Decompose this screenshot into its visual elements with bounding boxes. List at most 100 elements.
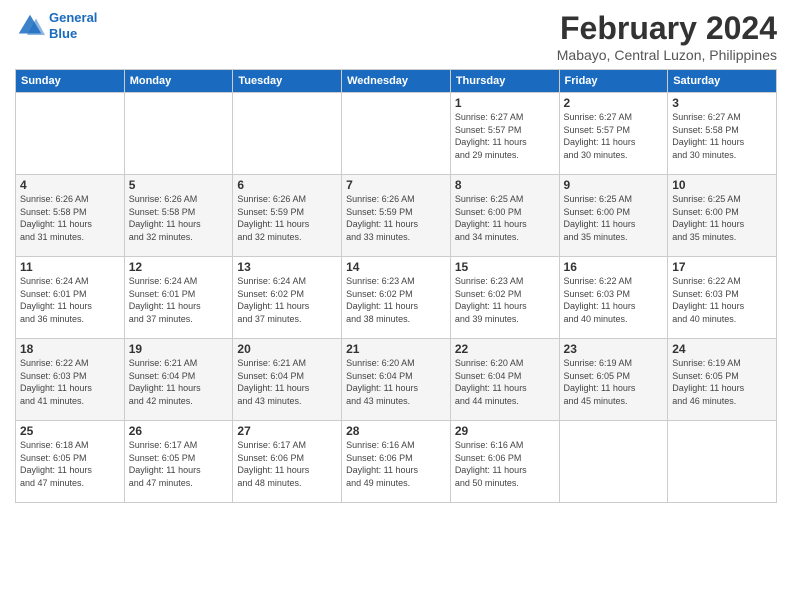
calendar-body: 1Sunrise: 6:27 AM Sunset: 5:57 PM Daylig… xyxy=(16,93,777,503)
day-detail: Sunrise: 6:27 AM Sunset: 5:57 PM Dayligh… xyxy=(564,111,664,161)
day-detail: Sunrise: 6:17 AM Sunset: 6:05 PM Dayligh… xyxy=(129,439,229,489)
day-detail: Sunrise: 6:23 AM Sunset: 6:02 PM Dayligh… xyxy=(455,275,555,325)
calendar-cell: 19Sunrise: 6:21 AM Sunset: 6:04 PM Dayli… xyxy=(124,339,233,421)
calendar-cell: 22Sunrise: 6:20 AM Sunset: 6:04 PM Dayli… xyxy=(450,339,559,421)
calendar-cell: 10Sunrise: 6:25 AM Sunset: 6:00 PM Dayli… xyxy=(668,175,777,257)
calendar-cell: 13Sunrise: 6:24 AM Sunset: 6:02 PM Dayli… xyxy=(233,257,342,339)
day-detail: Sunrise: 6:18 AM Sunset: 6:05 PM Dayligh… xyxy=(20,439,120,489)
page: General Blue February 2024 Mabayo, Centr… xyxy=(0,0,792,513)
calendar-week-row: 18Sunrise: 6:22 AM Sunset: 6:03 PM Dayli… xyxy=(16,339,777,421)
calendar-cell xyxy=(559,421,668,503)
day-number: 3 xyxy=(672,96,772,110)
calendar-cell xyxy=(233,93,342,175)
day-number: 7 xyxy=(346,178,446,192)
day-number: 17 xyxy=(672,260,772,274)
day-detail: Sunrise: 6:26 AM Sunset: 5:58 PM Dayligh… xyxy=(129,193,229,243)
calendar-table: SundayMondayTuesdayWednesdayThursdayFrid… xyxy=(15,69,777,503)
calendar-cell xyxy=(342,93,451,175)
calendar-cell: 28Sunrise: 6:16 AM Sunset: 6:06 PM Dayli… xyxy=(342,421,451,503)
calendar-cell: 3Sunrise: 6:27 AM Sunset: 5:58 PM Daylig… xyxy=(668,93,777,175)
day-number: 27 xyxy=(237,424,337,438)
day-header-friday: Friday xyxy=(559,70,668,93)
calendar-week-row: 1Sunrise: 6:27 AM Sunset: 5:57 PM Daylig… xyxy=(16,93,777,175)
calendar-cell: 17Sunrise: 6:22 AM Sunset: 6:03 PM Dayli… xyxy=(668,257,777,339)
day-detail: Sunrise: 6:27 AM Sunset: 5:57 PM Dayligh… xyxy=(455,111,555,161)
calendar-cell: 9Sunrise: 6:25 AM Sunset: 6:00 PM Daylig… xyxy=(559,175,668,257)
day-header-tuesday: Tuesday xyxy=(233,70,342,93)
day-detail: Sunrise: 6:26 AM Sunset: 5:59 PM Dayligh… xyxy=(237,193,337,243)
logo-icon xyxy=(15,11,45,41)
day-number: 11 xyxy=(20,260,120,274)
calendar-week-row: 4Sunrise: 6:26 AM Sunset: 5:58 PM Daylig… xyxy=(16,175,777,257)
title-block: February 2024 Mabayo, Central Luzon, Phi… xyxy=(557,10,777,63)
logo: General Blue xyxy=(15,10,97,41)
day-detail: Sunrise: 6:19 AM Sunset: 6:05 PM Dayligh… xyxy=(564,357,664,407)
day-number: 1 xyxy=(455,96,555,110)
location-subtitle: Mabayo, Central Luzon, Philippines xyxy=(557,47,777,63)
day-number: 23 xyxy=(564,342,664,356)
day-detail: Sunrise: 6:24 AM Sunset: 6:01 PM Dayligh… xyxy=(129,275,229,325)
day-detail: Sunrise: 6:20 AM Sunset: 6:04 PM Dayligh… xyxy=(346,357,446,407)
day-number: 20 xyxy=(237,342,337,356)
calendar-cell: 2Sunrise: 6:27 AM Sunset: 5:57 PM Daylig… xyxy=(559,93,668,175)
day-number: 18 xyxy=(20,342,120,356)
day-number: 6 xyxy=(237,178,337,192)
day-number: 4 xyxy=(20,178,120,192)
day-header-sunday: Sunday xyxy=(16,70,125,93)
calendar-cell: 20Sunrise: 6:21 AM Sunset: 6:04 PM Dayli… xyxy=(233,339,342,421)
day-detail: Sunrise: 6:19 AM Sunset: 6:05 PM Dayligh… xyxy=(672,357,772,407)
day-detail: Sunrise: 6:27 AM Sunset: 5:58 PM Dayligh… xyxy=(672,111,772,161)
calendar-cell: 8Sunrise: 6:25 AM Sunset: 6:00 PM Daylig… xyxy=(450,175,559,257)
day-detail: Sunrise: 6:24 AM Sunset: 6:02 PM Dayligh… xyxy=(237,275,337,325)
calendar-cell: 29Sunrise: 6:16 AM Sunset: 6:06 PM Dayli… xyxy=(450,421,559,503)
day-detail: Sunrise: 6:23 AM Sunset: 6:02 PM Dayligh… xyxy=(346,275,446,325)
day-number: 5 xyxy=(129,178,229,192)
calendar-cell: 14Sunrise: 6:23 AM Sunset: 6:02 PM Dayli… xyxy=(342,257,451,339)
day-detail: Sunrise: 6:21 AM Sunset: 6:04 PM Dayligh… xyxy=(129,357,229,407)
calendar-cell xyxy=(124,93,233,175)
day-number: 16 xyxy=(564,260,664,274)
day-detail: Sunrise: 6:25 AM Sunset: 6:00 PM Dayligh… xyxy=(455,193,555,243)
logo-text: General Blue xyxy=(49,10,97,41)
calendar-cell: 27Sunrise: 6:17 AM Sunset: 6:06 PM Dayli… xyxy=(233,421,342,503)
day-detail: Sunrise: 6:22 AM Sunset: 6:03 PM Dayligh… xyxy=(20,357,120,407)
day-detail: Sunrise: 6:24 AM Sunset: 6:01 PM Dayligh… xyxy=(20,275,120,325)
calendar-cell xyxy=(16,93,125,175)
calendar-cell: 24Sunrise: 6:19 AM Sunset: 6:05 PM Dayli… xyxy=(668,339,777,421)
day-number: 21 xyxy=(346,342,446,356)
header: General Blue February 2024 Mabayo, Centr… xyxy=(15,10,777,63)
calendar-cell: 1Sunrise: 6:27 AM Sunset: 5:57 PM Daylig… xyxy=(450,93,559,175)
day-number: 12 xyxy=(129,260,229,274)
calendar-header-row: SundayMondayTuesdayWednesdayThursdayFrid… xyxy=(16,70,777,93)
calendar-cell: 18Sunrise: 6:22 AM Sunset: 6:03 PM Dayli… xyxy=(16,339,125,421)
day-number: 19 xyxy=(129,342,229,356)
day-detail: Sunrise: 6:26 AM Sunset: 5:59 PM Dayligh… xyxy=(346,193,446,243)
day-header-thursday: Thursday xyxy=(450,70,559,93)
calendar-cell: 4Sunrise: 6:26 AM Sunset: 5:58 PM Daylig… xyxy=(16,175,125,257)
calendar-week-row: 11Sunrise: 6:24 AM Sunset: 6:01 PM Dayli… xyxy=(16,257,777,339)
day-number: 25 xyxy=(20,424,120,438)
month-title: February 2024 xyxy=(557,10,777,47)
day-number: 9 xyxy=(564,178,664,192)
day-header-saturday: Saturday xyxy=(668,70,777,93)
calendar-cell: 12Sunrise: 6:24 AM Sunset: 6:01 PM Dayli… xyxy=(124,257,233,339)
calendar-week-row: 25Sunrise: 6:18 AM Sunset: 6:05 PM Dayli… xyxy=(16,421,777,503)
day-detail: Sunrise: 6:16 AM Sunset: 6:06 PM Dayligh… xyxy=(455,439,555,489)
day-detail: Sunrise: 6:21 AM Sunset: 6:04 PM Dayligh… xyxy=(237,357,337,407)
day-number: 28 xyxy=(346,424,446,438)
day-detail: Sunrise: 6:25 AM Sunset: 6:00 PM Dayligh… xyxy=(564,193,664,243)
day-header-wednesday: Wednesday xyxy=(342,70,451,93)
calendar-cell: 7Sunrise: 6:26 AM Sunset: 5:59 PM Daylig… xyxy=(342,175,451,257)
day-detail: Sunrise: 6:25 AM Sunset: 6:00 PM Dayligh… xyxy=(672,193,772,243)
day-number: 2 xyxy=(564,96,664,110)
day-detail: Sunrise: 6:26 AM Sunset: 5:58 PM Dayligh… xyxy=(20,193,120,243)
day-detail: Sunrise: 6:22 AM Sunset: 6:03 PM Dayligh… xyxy=(564,275,664,325)
day-number: 29 xyxy=(455,424,555,438)
calendar-cell: 21Sunrise: 6:20 AM Sunset: 6:04 PM Dayli… xyxy=(342,339,451,421)
calendar-cell: 25Sunrise: 6:18 AM Sunset: 6:05 PM Dayli… xyxy=(16,421,125,503)
day-header-monday: Monday xyxy=(124,70,233,93)
day-number: 24 xyxy=(672,342,772,356)
day-number: 10 xyxy=(672,178,772,192)
calendar-cell: 6Sunrise: 6:26 AM Sunset: 5:59 PM Daylig… xyxy=(233,175,342,257)
day-number: 13 xyxy=(237,260,337,274)
